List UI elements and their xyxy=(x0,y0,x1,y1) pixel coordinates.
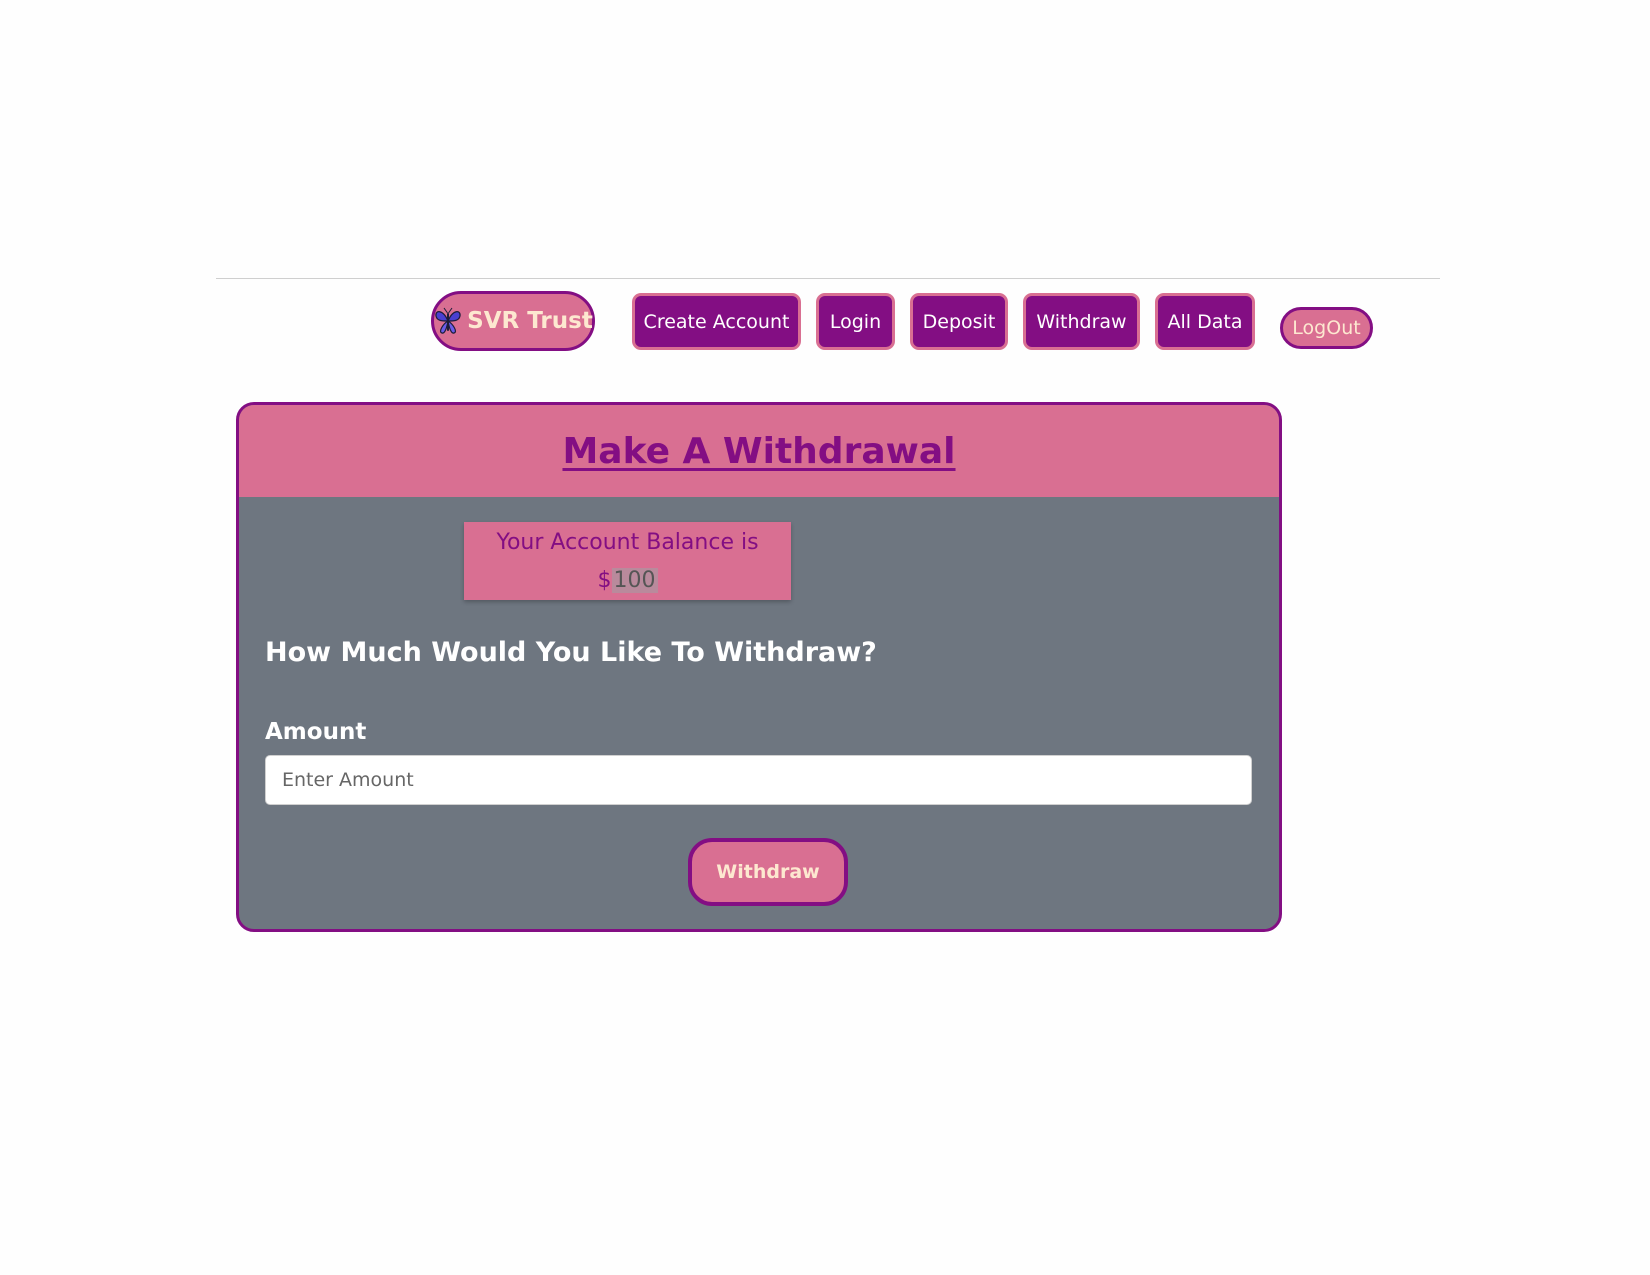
balance-display: Your Account Balance is $100 xyxy=(464,522,791,600)
balance-currency: $ xyxy=(597,568,612,593)
balance-value: 100 xyxy=(611,568,658,593)
nav-all-data[interactable]: All Data xyxy=(1155,293,1255,350)
brand-label: SVR Trust xyxy=(467,308,593,334)
withdraw-submit-button[interactable]: Withdraw xyxy=(688,838,848,906)
butterfly-icon xyxy=(433,306,463,336)
page-title: Make A Withdrawal xyxy=(562,430,956,472)
amount-label: Amount xyxy=(265,719,367,745)
nav-login[interactable]: Login xyxy=(816,293,895,350)
nav-create-account[interactable]: Create Account xyxy=(632,293,801,350)
withdraw-card: Make A Withdrawal Your Account Balance i… xyxy=(236,402,1282,932)
card-header: Make A Withdrawal xyxy=(239,405,1279,497)
nav-deposit[interactable]: Deposit xyxy=(910,293,1008,350)
amount-input[interactable] xyxy=(265,755,1252,805)
brand-home-link[interactable]: SVR Trust xyxy=(431,291,595,351)
logout-button[interactable]: LogOut xyxy=(1280,307,1373,349)
balance-amount: $100 xyxy=(464,562,791,600)
nav-withdraw[interactable]: Withdraw xyxy=(1023,293,1140,350)
withdraw-question: How Much Would You Like To Withdraw? xyxy=(265,637,877,668)
header-divider xyxy=(216,278,1440,279)
balance-label: Your Account Balance is xyxy=(496,530,759,555)
